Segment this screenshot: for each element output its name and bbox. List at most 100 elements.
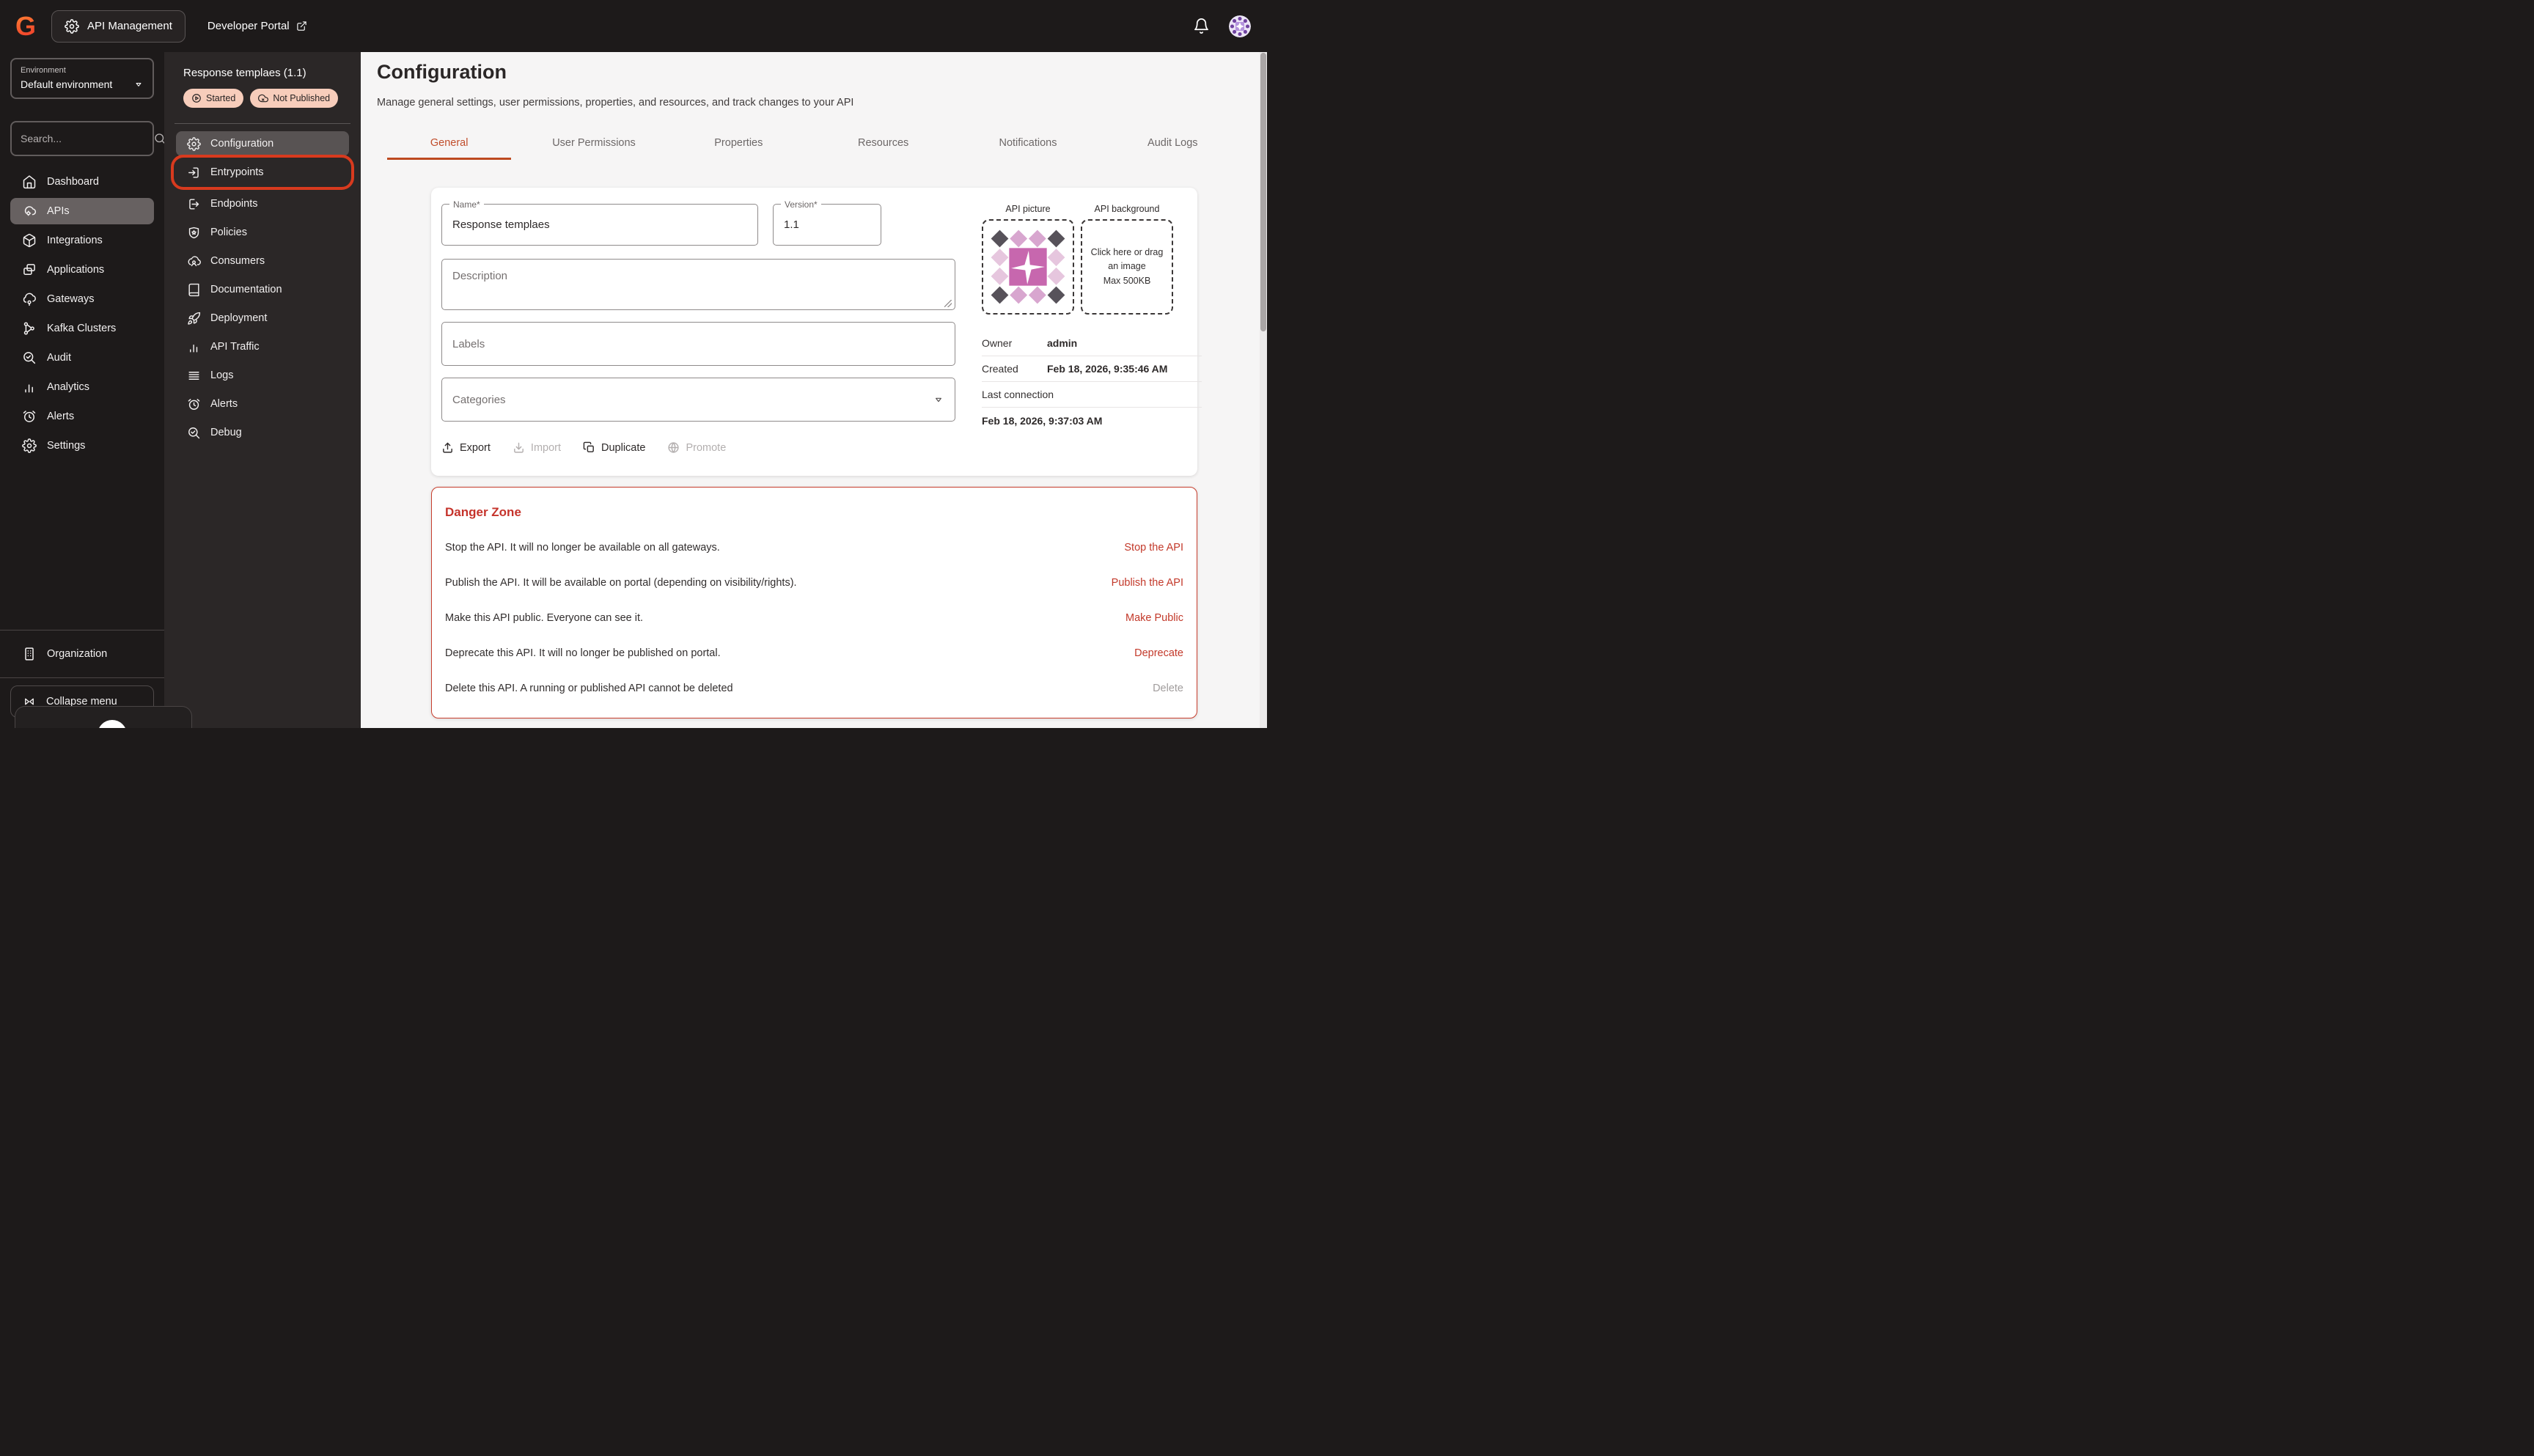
delete-button[interactable]: Delete [1153,683,1183,694]
tab-properties[interactable]: Properties [666,126,811,160]
danger-row-text: Delete this API. A running or published … [445,683,733,694]
app-window: G API Management Developer Portal Enviro… [0,0,1267,728]
status-badge-not-published: Not Published [250,89,339,108]
tab-resources[interactable]: Resources [811,126,955,160]
api-menu-consumers[interactable]: Consumers [176,249,349,273]
api-menu-alerts[interactable]: Alerts [176,391,349,416]
sidebar-item-label: Applications [47,264,105,276]
search-check-icon [187,426,201,440]
sidebar-item-settings[interactable]: Settings [10,433,154,459]
api-menu-logs[interactable]: Logs [176,363,349,388]
api-menu-label: Configuration [210,138,274,150]
api-menu-policies[interactable]: Policies [176,220,349,245]
created-value: Feb 18, 2026, 9:35:46 AM [1047,363,1168,375]
sidebar-item-label: Audit [47,352,72,364]
gear-icon [187,137,201,151]
import-button[interactable]: Import [513,441,561,454]
sidebar-item-gateways[interactable]: Gateways [10,286,154,312]
sidebar-item-kafka-clusters[interactable]: Kafka Clusters [10,315,154,342]
stop-api-button[interactable]: Stop the API [1124,542,1183,554]
api-picture-label: API picture [1005,204,1051,214]
api-menu-documentation[interactable]: Documentation [176,277,349,302]
tab-general[interactable]: General [377,126,521,160]
api-picture-dropzone[interactable] [982,219,1074,315]
sidebar-item-label: Alerts [47,411,75,422]
tab-notifications[interactable]: Notifications [955,126,1100,160]
deprecate-button[interactable]: Deprecate [1134,647,1183,659]
api-background-dropzone[interactable]: Click here or drag an image Max 500KB [1081,219,1173,315]
dropzone-max-size: Max 500KB [1103,275,1151,286]
page-subtitle: Manage general settings, user permission… [377,97,854,109]
cloud-gear-icon [22,204,37,218]
api-menu-deployment[interactable]: Deployment [176,306,349,331]
page-scrollbar[interactable] [1260,52,1267,728]
search-input[interactable] [21,133,153,144]
status-badge-started: Started [183,89,244,108]
notifications-bell-button[interactable] [1193,18,1210,34]
description-input[interactable] [442,260,955,309]
api-menu-debug[interactable]: Debug [176,420,349,445]
tab-bar: General User Permissions Properties Reso… [377,126,1245,160]
chat-bubble-icon [98,720,127,728]
sidebar-item-alerts[interactable]: Alerts [10,403,154,430]
lines-icon [187,369,201,383]
categories-select[interactable]: Categories [441,378,955,422]
play-circle-icon [191,93,202,103]
apps-icon [22,262,37,277]
duplicate-button[interactable]: Duplicate [583,441,645,454]
developer-portal-link[interactable]: Developer Portal [208,20,307,32]
book-icon [187,283,201,297]
description-field [441,259,955,310]
api-menu-label: Consumers [210,255,265,267]
sidebar-item-label: Analytics [47,381,90,393]
sidebar-item-dashboard[interactable]: Dashboard [10,169,154,195]
main-content: Configuration Manage general settings, u… [361,52,1267,728]
sidebar-item-applications[interactable]: Applications [10,257,154,283]
sidebar-item-label: Organization [47,648,108,660]
version-input[interactable] [774,205,881,245]
tab-user-permissions[interactable]: User Permissions [521,126,666,160]
user-avatar[interactable] [1229,15,1251,37]
duplicate-label: Duplicate [601,441,646,454]
shield-icon [187,226,201,240]
export-label: Export [460,441,491,454]
api-sidebar-divider [175,123,350,124]
sidebar-item-organization[interactable]: Organization [10,641,154,667]
sidebar-item-label: Kafka Clusters [47,323,117,334]
sidebar-item-analytics[interactable]: Analytics [10,374,154,400]
sidebar-item-label: Settings [47,440,86,452]
environment-selector[interactable]: Environment Default environment [10,58,154,99]
api-picture-block: API picture [982,204,1074,315]
sidebar-item-integrations[interactable]: Integrations [10,227,154,254]
api-menu-endpoints[interactable]: Endpoints [176,191,349,216]
scrollbar-thumb[interactable] [1260,53,1266,331]
danger-row-make-public: Make this API public. Everyone can see i… [445,600,1183,636]
api-menu-entrypoints[interactable]: Entrypoints [171,155,354,190]
globe-icon [667,441,680,454]
api-menu-label: Policies [210,227,247,238]
tab-audit-logs[interactable]: Audit Logs [1101,126,1245,160]
danger-row-text: Stop the API. It will no longer be avail… [445,542,720,554]
api-background-block: API background Click here or drag an ima… [1081,204,1173,315]
cloud-x-icon [258,93,268,103]
api-menu-api-traffic[interactable]: API Traffic [176,334,349,359]
make-public-button[interactable]: Make Public [1125,612,1183,624]
labels-input[interactable] [442,323,955,365]
sidebar-item-apis[interactable]: APIs [10,198,154,224]
resize-handle-icon[interactable] [944,300,952,307]
environment-value: Default environment [21,78,113,90]
help-chat-widget[interactable] [15,706,192,728]
sidebar-item-audit[interactable]: Audit [10,345,154,371]
api-picture-avatar [991,229,1065,304]
sidebar-item-label: Gateways [47,293,95,305]
export-button[interactable]: Export [441,441,491,454]
name-input[interactable] [442,205,757,245]
promote-button[interactable]: Promote [667,441,726,454]
api-menu-configuration[interactable]: Configuration [176,131,349,156]
api-menu-label: API Traffic [210,341,260,353]
labels-field [441,322,955,366]
app-switcher-button[interactable]: API Management [51,10,186,43]
general-info-card: Name* Version* [431,188,1202,476]
publish-api-button[interactable]: Publish the API [1112,577,1183,589]
form-fields: Name* Version* [441,199,955,463]
